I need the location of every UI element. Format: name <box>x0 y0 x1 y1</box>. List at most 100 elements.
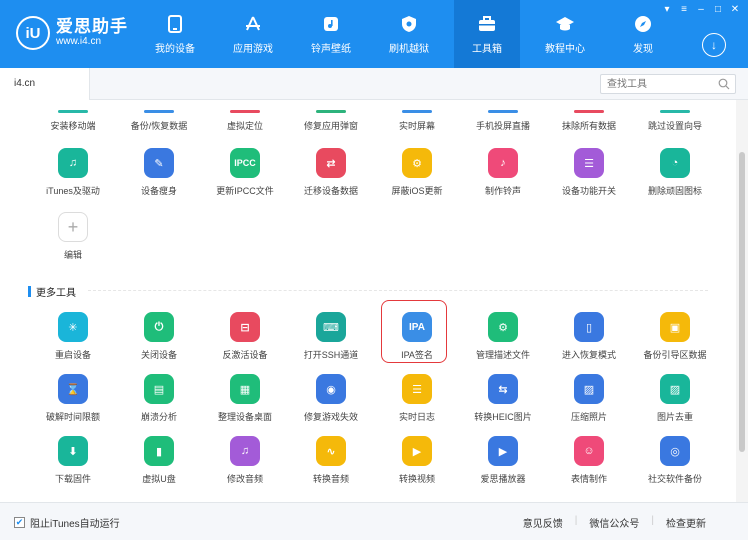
close-icon[interactable]: ✕ <box>728 4 742 16</box>
photo-icon: ▨ <box>574 374 604 404</box>
tool-make-ringtone[interactable]: ♪ 制作铃声 <box>460 148 546 197</box>
logo-icon: iU <box>16 16 50 50</box>
tools-row-3: ⌛ 破解时间限额 ▤ 崩溃分析 ▦ 整理设备桌面 ◉ 修复游戏失效 ☰ 实时日志 ⇆ 转换H… <box>30 374 718 423</box>
tool-image-dedup[interactable]: ▨ 图片去重 <box>632 374 718 423</box>
tool-screen-cast[interactable]: 手机投屏直播 <box>460 110 546 132</box>
app-logo[interactable]: iU 爱思助手 www.i4.cn <box>16 16 128 50</box>
tool-backup-restore[interactable]: 备份/恢复数据 <box>116 110 202 132</box>
waveform-icon: ∿ <box>316 436 346 466</box>
feedback-link[interactable]: 意见反馈 <box>511 515 575 530</box>
tool-manage-profiles[interactable]: ⚙ 管理描述文件 <box>460 312 546 361</box>
nav-ringtones-wallpapers[interactable]: 铃声壁纸 <box>298 0 364 68</box>
block-itunes-checkbox[interactable]: ✔ 阻止iTunes自动运行 <box>14 515 120 530</box>
nav-apps-games[interactable]: 应用游戏 <box>220 0 286 68</box>
tool-realtime-log[interactable]: ☰ 实时日志 <box>374 374 460 423</box>
download-firmware-icon: ⬇ <box>58 436 88 466</box>
nav-my-device[interactable]: 我的设备 <box>142 0 208 68</box>
appstore-icon <box>243 14 263 34</box>
tool-compress-photos[interactable]: ▨ 压缩照片 <box>546 374 632 423</box>
tool-restart-device[interactable]: ✳ 重启设备 <box>30 312 116 361</box>
audio-edit-icon: ♫ <box>230 436 260 466</box>
search-icon[interactable] <box>718 78 730 90</box>
usb-icon: ▮ <box>144 436 174 466</box>
tools-row-1: ♫ iTunes及驱动 ✎ 设备瘦身 IPCC 更新IPCC文件 ⇄ 迁移设备数据 ⚙ 屏… <box>30 148 718 197</box>
nav-toolbox[interactable]: 工具箱 <box>454 0 520 68</box>
tool-install-mobile[interactable]: 安装移动端 <box>30 110 116 132</box>
video-icon: ▶ <box>402 436 432 466</box>
tool-shutdown-device[interactable]: ⏻ 关闭设备 <box>116 312 202 361</box>
check-update-link[interactable]: 检查更新 <box>654 515 718 530</box>
section-divider <box>88 290 708 291</box>
skin-icon[interactable]: ▾ <box>660 4 674 16</box>
search-box <box>600 74 736 94</box>
profile-icon: ⚙ <box>488 312 518 342</box>
tool-arrange-desktop[interactable]: ▦ 整理设备桌面 <box>202 374 288 423</box>
download-icon[interactable]: ↓ <box>702 33 726 57</box>
edit-row: + 编辑 <box>30 212 116 261</box>
tool-edit[interactable]: + 编辑 <box>30 212 116 261</box>
tool-deactivate-device[interactable]: ⊟ 反激活设备 <box>202 312 288 361</box>
scrollbar[interactable] <box>736 100 748 502</box>
compass-icon <box>633 14 653 34</box>
tools-row-4: ⬇ 下载固件 ▮ 虚拟U盘 ♫ 修改音频 ∿ 转换音频 ▶ 转换视频 ▶ 爱思播放器 ☺ 表情… <box>30 436 718 485</box>
tool-crack-time-limit[interactable]: ⌛ 破解时间限额 <box>30 374 116 423</box>
scroll-thumb[interactable] <box>739 152 745 452</box>
minimize-icon[interactable]: – <box>694 4 708 16</box>
crash-icon: ▤ <box>144 374 174 404</box>
migrate-icon: ⇄ <box>316 148 346 178</box>
tools-row-2: ✳ 重启设备 ⏻ 关闭设备 ⊟ 反激活设备 ⌨ 打开SSH通道 IPA IPA签名 ⚙ 管理… <box>30 312 718 361</box>
tool-convert-video[interactable]: ▶ 转换视频 <box>374 436 460 485</box>
log-icon: ☰ <box>402 374 432 404</box>
tool-skip-setup[interactable]: 跳过设置向导 <box>632 110 718 132</box>
tool-itunes-driver[interactable]: ♫ iTunes及驱动 <box>30 148 116 197</box>
hourglass-icon: ⌛ <box>58 374 88 404</box>
checkbox-icon[interactable]: ✔ <box>14 517 25 528</box>
grid-icon: ▦ <box>230 374 260 404</box>
search-input[interactable] <box>601 75 711 93</box>
menu-icon[interactable]: ≡ <box>677 4 691 16</box>
tool-block-ios-update[interactable]: ⚙ 屏蔽iOS更新 <box>374 148 460 197</box>
tool-fix-game[interactable]: ◉ 修复游戏失效 <box>288 374 374 423</box>
music-icon <box>321 14 341 34</box>
image-icon: ▨ <box>660 374 690 404</box>
main-nav: 我的设备 应用游戏 铃声壁纸 刷机越狱 工具箱 教程中心 发现 <box>142 0 688 68</box>
deactivate-icon: ⊟ <box>230 312 260 342</box>
tool-recovery-mode[interactable]: ▯ 进入恢复模式 <box>546 312 632 361</box>
backup-icon <box>144 110 174 113</box>
nav-tutorial-center[interactable]: 教程中心 <box>532 0 598 68</box>
tool-crash-analysis[interactable]: ▤ 崩溃分析 <box>116 374 202 423</box>
tool-update-ipcc[interactable]: IPCC 更新IPCC文件 <box>202 148 288 197</box>
tool-device-cleanup[interactable]: ✎ 设备瘦身 <box>116 148 202 197</box>
emoji-icon: ☺ <box>574 436 604 466</box>
tool-live-screen[interactable]: 实时屏幕 <box>374 110 460 132</box>
shield-icon <box>399 14 419 34</box>
tool-virtual-usb[interactable]: ▮ 虚拟U盘 <box>116 436 202 485</box>
tool-download-firmware[interactable]: ⬇ 下载固件 <box>30 436 116 485</box>
tool-fix-app-popup[interactable]: 修复应用弹窗 <box>288 110 374 132</box>
tool-convert-audio[interactable]: ∿ 转换音频 <box>288 436 374 485</box>
tool-social-backup[interactable]: ◎ 社交软件备份 <box>632 436 718 485</box>
tool-delete-stubborn-icon[interactable]: ◔ 删除顽固图标 <box>632 148 718 197</box>
tool-edit-audio[interactable]: ♫ 修改音频 <box>202 436 288 485</box>
tool-make-emoji[interactable]: ☺ 表情制作 <box>546 436 632 485</box>
tool-function-switch[interactable]: ☰ 设备功能开关 <box>546 148 632 197</box>
wechat-link[interactable]: 微信公众号 <box>577 515 651 530</box>
tool-virtual-location[interactable]: 虚拟定位 <box>202 110 288 132</box>
nav-flash-jailbreak[interactable]: 刷机越狱 <box>376 0 442 68</box>
tab-bar: i4.cn <box>0 68 748 100</box>
gamepad-icon: ◉ <box>316 374 346 404</box>
power-icon: ⏻ <box>144 312 174 342</box>
boot-backup-icon: ▣ <box>660 312 690 342</box>
tool-backup-boot-data[interactable]: ▣ 备份引导区数据 <box>632 312 718 361</box>
erase-icon <box>574 110 604 113</box>
ipcc-icon: IPCC <box>230 148 260 178</box>
tool-migrate-data[interactable]: ⇄ 迁移设备数据 <box>288 148 374 197</box>
broom-icon: ✎ <box>144 148 174 178</box>
tool-i4-player[interactable]: ▶ 爱思播放器 <box>460 436 546 485</box>
play-icon: ▶ <box>488 436 518 466</box>
tab-i4cn[interactable]: i4.cn <box>0 68 90 100</box>
tool-open-ssh[interactable]: ⌨ 打开SSH通道 <box>288 312 374 361</box>
tool-erase-all-data[interactable]: 抹除所有数据 <box>546 110 632 132</box>
tool-convert-heic[interactable]: ⇆ 转换HEIC图片 <box>460 374 546 423</box>
maximize-icon[interactable]: □ <box>711 4 725 16</box>
